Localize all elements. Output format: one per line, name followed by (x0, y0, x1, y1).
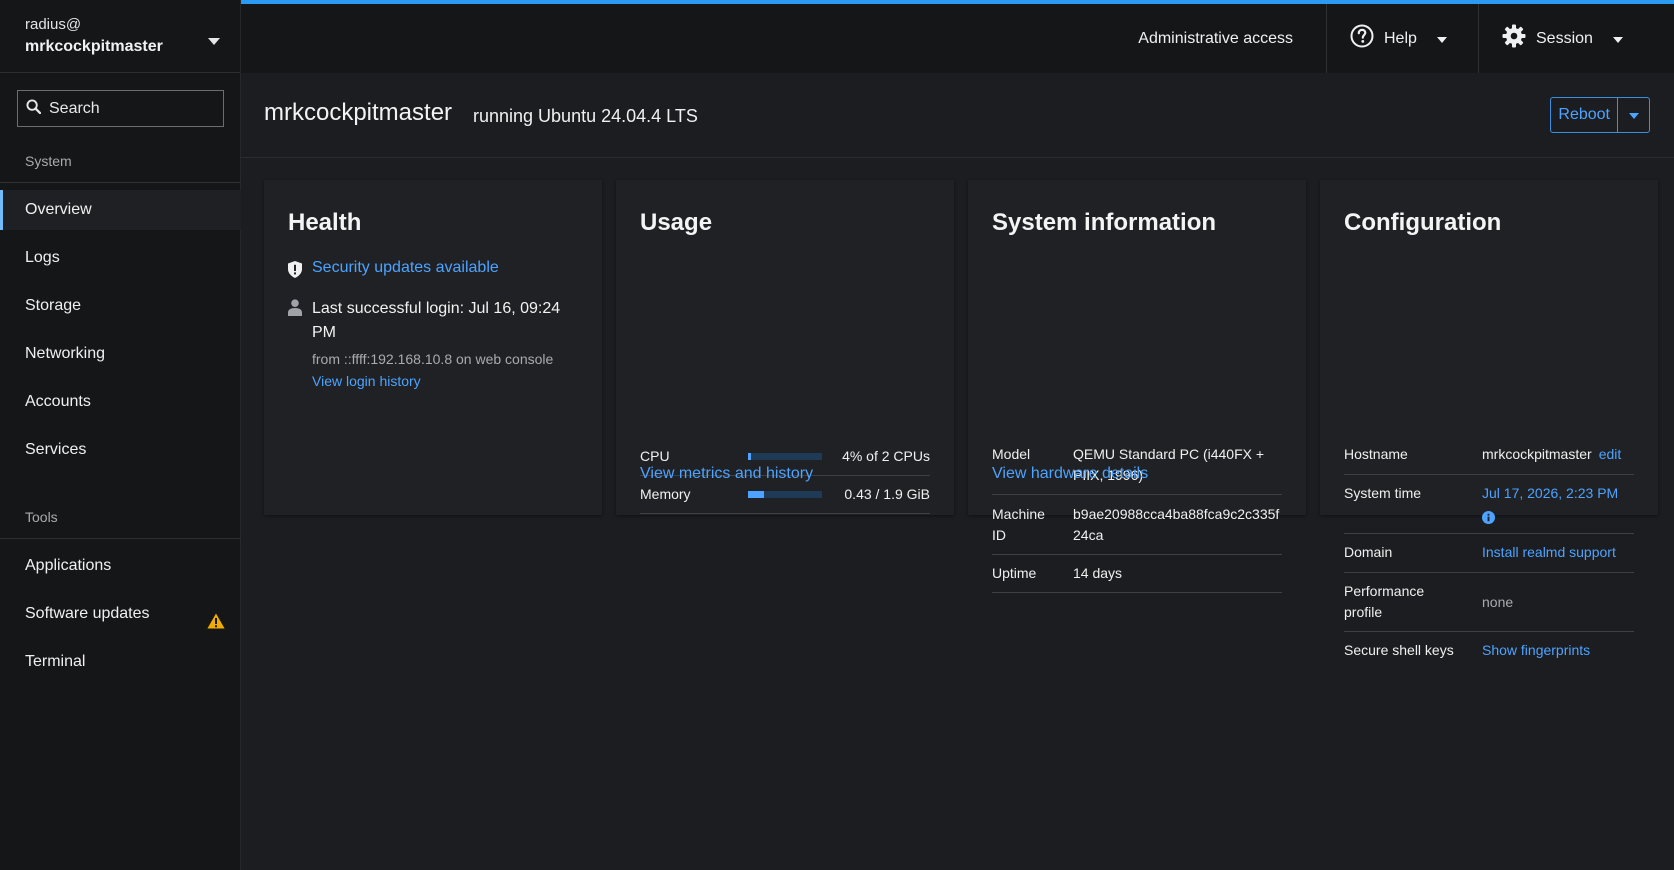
help-icon (1350, 24, 1374, 53)
security-updates-link[interactable]: Security updates available (312, 259, 499, 283)
help-menu-label: Help (1384, 29, 1417, 47)
host-switcher-user: radius@ (25, 16, 82, 33)
hostname-edit-link[interactable]: edit (1599, 444, 1622, 474)
health-card: Health Security updates available Last s… (264, 180, 602, 515)
shield-exclamation-icon (288, 259, 312, 283)
gear-icon (1502, 24, 1526, 53)
system-time-link[interactable]: Jul 17, 2026, 2:23 PM (1482, 485, 1618, 501)
os-subtitle: running Ubuntu 24.04.4 LTS (473, 106, 698, 126)
sidebar-item-label: Terminal (25, 653, 86, 670)
machine-id-value: b9ae20988cca4ba88fca9c2c335f24ca (1073, 506, 1280, 543)
reboot-split-button: Reboot (1550, 97, 1650, 133)
sidebar-item-label: Overview (25, 201, 92, 218)
sidebar-item-services[interactable]: Services (0, 430, 241, 470)
last-login-row: Last successful login: Jul 16, 09:24 PM … (288, 297, 572, 389)
machine-id-label: Machine ID (992, 506, 1045, 543)
administrative-access-label: Administrative access (1138, 29, 1293, 47)
sidebar-item-label: Storage (25, 297, 82, 314)
administrative-access-button[interactable]: Administrative access (241, 4, 1326, 73)
session-menu-label: Session (1536, 29, 1593, 47)
session-menu-button[interactable]: Session (1478, 4, 1674, 73)
sidebar-item-label: Applications (25, 557, 112, 574)
cpu-label: CPU (640, 448, 670, 464)
nav-section-system: System (0, 153, 241, 183)
show-fingerprints-link[interactable]: Show fingerprints (1482, 640, 1590, 670)
sidebar-item-label: Logs (25, 249, 60, 266)
nav-section-tools: Tools (0, 509, 241, 539)
last-login-source: from ::ffff:192.168.10.8 on web console (312, 351, 554, 367)
last-login-details: Last successful login: Jul 16, 09:24 PM … (312, 297, 572, 389)
configuration-card: Configuration Hostname mrkcockpitmaster … (1320, 180, 1658, 658)
install-realmd-link[interactable]: Install realmd support (1482, 542, 1616, 572)
caret-down-icon (208, 33, 220, 51)
system-information-card: System information Model QEMU Standard P… (968, 180, 1306, 593)
sidebar-item-logs[interactable]: Logs (0, 238, 241, 278)
help-menu-button[interactable]: Help (1326, 4, 1478, 73)
domain-row: Domain Install realmd support (1344, 534, 1634, 573)
user-icon (288, 297, 312, 389)
security-updates-row: Security updates available (288, 259, 499, 283)
host-switcher[interactable]: radius@ mrkcockpitmaster (0, 0, 240, 73)
search-field[interactable] (17, 90, 224, 127)
configuration-title: Configuration (1344, 209, 1502, 236)
system-time-value-group: Jul 17, 2026, 2:23 PM (1482, 483, 1618, 533)
memory-value: 0.43 / 1.9 GiB (844, 486, 930, 502)
hostname-row: Hostname mrkcockpitmaster edit (1344, 436, 1634, 475)
view-login-history-link[interactable]: View login history (312, 373, 572, 389)
hostname-label: Hostname (1344, 446, 1408, 462)
info-icon[interactable] (1482, 509, 1495, 530)
hostname-value: mrkcockpitmaster (1482, 446, 1592, 462)
uptime-value: 14 days (1073, 565, 1123, 581)
machine-id-row: Machine ID b9ae20988cca4ba88fca9c2c335f2… (992, 495, 1282, 555)
last-login-text: Last successful login: Jul 16, 09:24 PM (312, 300, 561, 341)
cpu-usage-fill (748, 452, 751, 460)
sidebar-item-accounts[interactable]: Accounts (0, 382, 241, 422)
health-card-title: Health (288, 209, 362, 236)
performance-profile-link[interactable]: none (1482, 592, 1513, 613)
sidebar-item-label: Software updates (25, 605, 150, 622)
top-bar: Administrative access Help Session (241, 0, 1674, 73)
performance-profile-label: Performance profile (1344, 583, 1425, 620)
ssh-keys-row: Secure shell keys Show fingerprints (1344, 632, 1634, 670)
view-hardware-details-link[interactable]: View hardware details (992, 465, 1148, 483)
sidebar-item-label: Services (25, 441, 87, 458)
nav-list-system: Overview Logs Storage Networking Account… (0, 190, 241, 478)
ssh-keys-label: Secure shell keys (1344, 642, 1454, 658)
uptime-row: Uptime 14 days (992, 555, 1282, 593)
search-icon (26, 98, 49, 119)
domain-label: Domain (1344, 544, 1393, 560)
system-information-title: System information (992, 209, 1217, 236)
sidebar-item-label: Networking (25, 345, 106, 362)
reboot-options-toggle[interactable] (1617, 98, 1649, 132)
uptime-label: Uptime (992, 565, 1037, 581)
sidebar-item-label: Accounts (25, 393, 91, 410)
performance-profile-row: Performance profile none (1344, 573, 1634, 632)
caret-down-icon (1612, 30, 1623, 48)
usage-card-title: Usage (640, 209, 713, 236)
cpu-value: 4% of 2 CPUs (842, 448, 930, 464)
sidebar-item-overview[interactable]: Overview (0, 190, 241, 230)
sidebar-item-terminal[interactable]: Terminal (0, 642, 241, 682)
sidebar: radius@ mrkcockpitmaster System Overview… (0, 0, 241, 870)
memory-label: Memory (640, 486, 691, 502)
sidebar-item-applications[interactable]: Applications (0, 546, 241, 586)
page-header: mrkcockpitmaster running Ubuntu 24.04.4 … (241, 73, 1674, 158)
reboot-button[interactable]: Reboot (1551, 98, 1617, 132)
sidebar-item-storage[interactable]: Storage (0, 286, 241, 326)
view-metrics-link[interactable]: View metrics and history (640, 465, 813, 483)
system-time-row: System time Jul 17, 2026, 2:23 PM (1344, 475, 1634, 534)
cpu-usage-bar (748, 452, 822, 460)
memory-usage-fill (748, 490, 765, 498)
usage-card: Usage CPU 4% of 2 CPUs Memory 0.43 / 1.9… (616, 180, 954, 515)
warning-icon (207, 605, 225, 645)
nav-list-tools: Applications Software updates Terminal (0, 546, 241, 690)
memory-usage-bar (748, 490, 822, 498)
caret-down-icon (1436, 30, 1447, 48)
sidebar-item-networking[interactable]: Networking (0, 334, 241, 374)
search-input[interactable] (49, 99, 209, 118)
caret-down-icon (1628, 106, 1639, 124)
page-title: mrkcockpitmaster (264, 99, 453, 126)
sidebar-item-software-updates[interactable]: Software updates (0, 594, 241, 634)
system-time-label: System time (1344, 485, 1422, 501)
